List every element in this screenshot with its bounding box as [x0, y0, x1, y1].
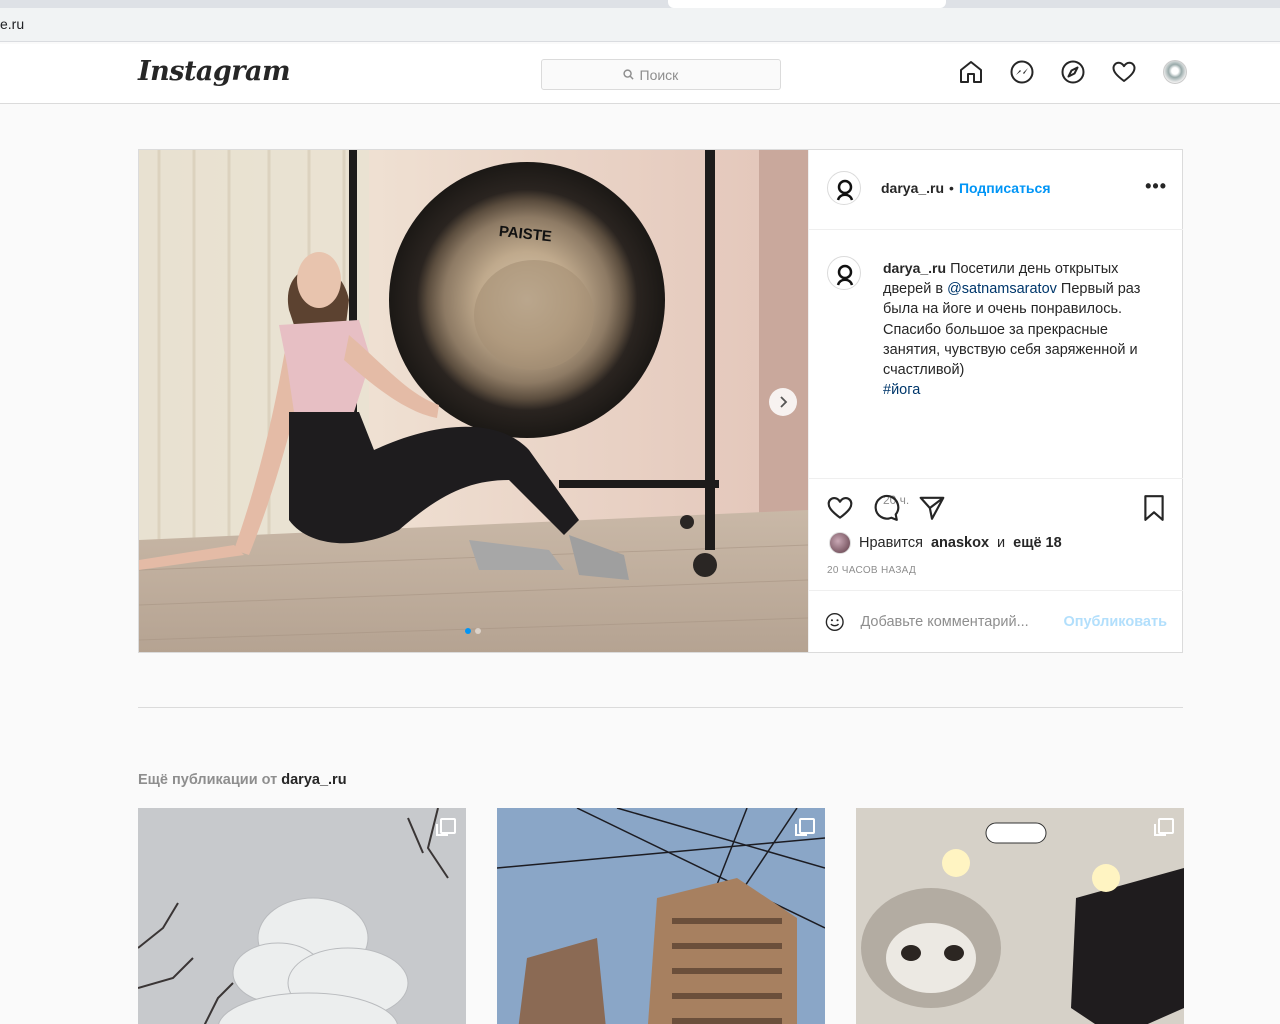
- search-input[interactable]: [639, 66, 700, 83]
- browser-tab-strip: [0, 0, 1280, 8]
- carousel-next-button[interactable]: [769, 388, 797, 416]
- follow-button[interactable]: Подписаться: [959, 180, 1051, 196]
- search-icon: [622, 69, 634, 80]
- photo-illustration: PAISTE: [139, 150, 808, 652]
- home-icon[interactable]: [958, 59, 984, 85]
- likes-prefix: Нравится: [859, 535, 923, 551]
- likes-others-link[interactable]: ещё 18: [1013, 535, 1062, 551]
- explore-compass-icon[interactable]: [1060, 59, 1086, 85]
- caption-text: darya_.ru Посетили день открытых дверей …: [883, 258, 1158, 400]
- post-thumbnail[interactable]: [138, 808, 466, 1024]
- emoji-smiley-icon[interactable]: [825, 608, 844, 636]
- post-sidebar: darya_.ru • Подписаться ••• darya_.ru По…: [808, 150, 1183, 652]
- post-actions: Нравится anaskox и ещё 18 20 ЧАСОВ НАЗАД: [809, 478, 1183, 590]
- nav-icons: [958, 59, 1188, 85]
- save-bookmark-icon[interactable]: [1139, 493, 1169, 523]
- more-posts-username[interactable]: darya_.ru: [281, 772, 346, 788]
- comment-form: Опубликовать: [809, 590, 1183, 652]
- author-avatar[interactable]: [827, 171, 861, 205]
- like-heart-icon[interactable]: [825, 493, 855, 523]
- separator-dot: •: [949, 180, 954, 196]
- liker-username[interactable]: anaskox: [931, 535, 989, 551]
- more-posts-prefix: Ещё публикации от: [138, 772, 278, 788]
- more-posts-grid: [138, 808, 1184, 1024]
- messenger-icon[interactable]: [1009, 59, 1035, 85]
- carousel-dot-active: [465, 628, 471, 634]
- share-paper-plane-icon[interactable]: [917, 493, 947, 523]
- carousel-indicator: [465, 628, 481, 634]
- publish-button[interactable]: Опубликовать: [1063, 614, 1167, 630]
- comment-input[interactable]: [860, 613, 1048, 630]
- url-text: e.ru: [0, 16, 25, 32]
- caption-block: darya_.ru Посетили день открытых дверей …: [809, 230, 1183, 507]
- browser-active-tab[interactable]: [668, 0, 946, 8]
- caption-username[interactable]: darya_.ru: [883, 260, 946, 276]
- more-options-button[interactable]: •••: [1145, 176, 1167, 197]
- multiple-photos-icon: [436, 818, 456, 836]
- section-divider: [138, 707, 1183, 708]
- caption-hashtag-link[interactable]: #йога: [883, 382, 920, 398]
- liker-avatar[interactable]: [829, 532, 851, 554]
- multiple-photos-icon: [795, 818, 815, 836]
- comment-bubble-icon[interactable]: [871, 493, 901, 523]
- likes-summary: Нравится anaskox и ещё 18: [829, 532, 1062, 554]
- caption-avatar[interactable]: [827, 256, 861, 290]
- action-icons: [825, 493, 947, 523]
- posted-time: 20 ЧАСОВ НАЗАД: [827, 565, 917, 576]
- author-line: darya_.ru • Подписаться: [881, 180, 1051, 196]
- top-navigation: Instagram: [0, 44, 1280, 104]
- activity-heart-icon[interactable]: [1111, 59, 1137, 85]
- carousel-dot: [475, 628, 481, 634]
- search-box[interactable]: [541, 59, 781, 90]
- more-posts-title: Ещё публикации от darya_.ru: [138, 772, 347, 788]
- author-username[interactable]: darya_.ru: [881, 180, 944, 196]
- avatar: [1163, 60, 1187, 84]
- post-card: PAISTE darya_.ru • Подписаться ••• darya…: [138, 149, 1183, 653]
- profile-avatar[interactable]: [1162, 59, 1188, 85]
- caption-mention-link[interactable]: @satnamsaratov: [947, 281, 1057, 297]
- post-photo[interactable]: PAISTE: [139, 150, 808, 652]
- browser-address-bar[interactable]: e.ru: [0, 8, 1280, 42]
- instagram-logo[interactable]: Instagram: [138, 56, 291, 87]
- chevron-right-icon: [780, 396, 788, 408]
- post-thumbnail[interactable]: [856, 808, 1184, 1024]
- likes-conjunction: и: [997, 535, 1006, 551]
- post-thumbnail[interactable]: [497, 808, 825, 1024]
- post-header: darya_.ru • Подписаться •••: [809, 150, 1183, 230]
- multiple-photos-icon: [1154, 818, 1174, 836]
